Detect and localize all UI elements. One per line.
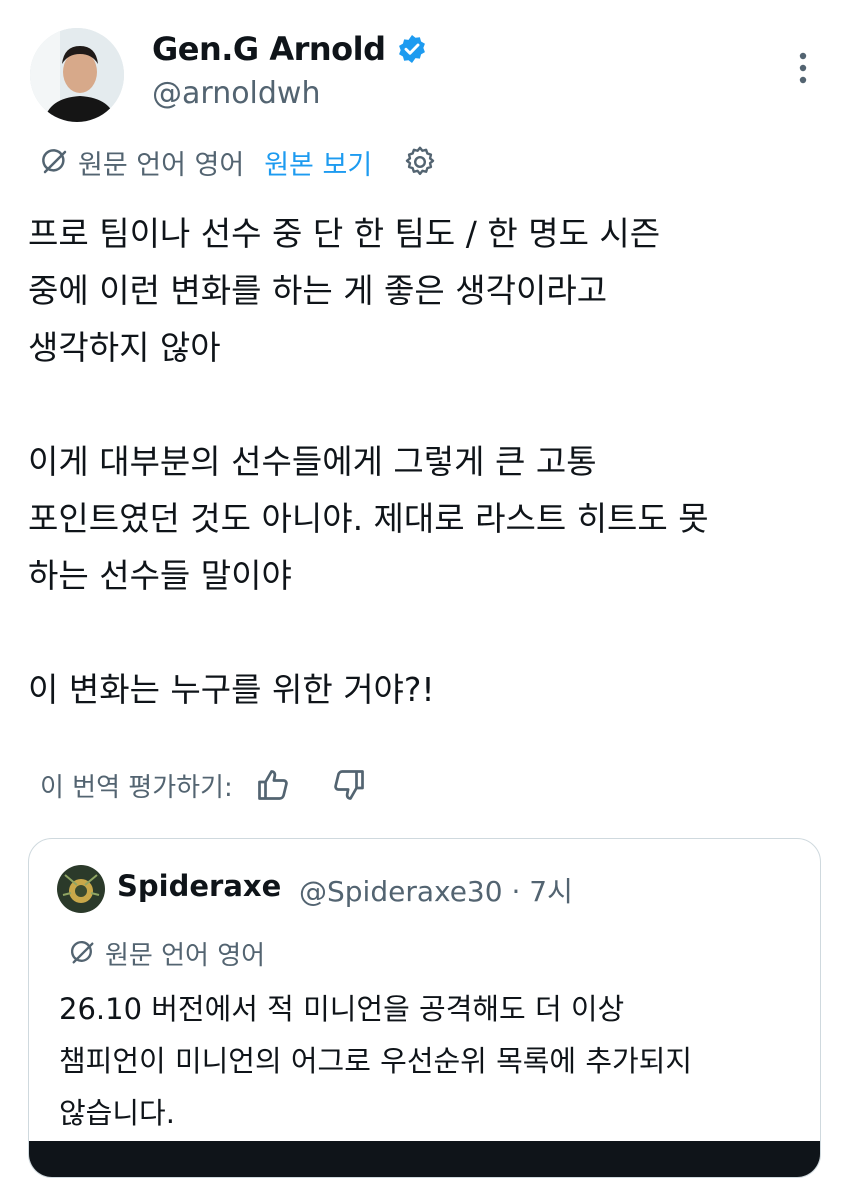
translate-icon (42, 149, 67, 174)
translation-rating: 이 번역 평가하기: (40, 760, 367, 810)
thumbs-down-icon[interactable] (331, 767, 367, 803)
quoted-media-preview[interactable] (29, 1141, 820, 1177)
display-name-text: Gen.G Arnold (152, 30, 386, 68)
quoted-source-language-label: 원문 언어 영어 (105, 940, 266, 971)
author-handle[interactable]: @arnoldwh (152, 76, 321, 111)
source-language-label: 원문 언어 영어 (78, 149, 245, 181)
author-avatar[interactable] (30, 28, 124, 122)
rate-prompt: 이 번역 평가하기: (40, 772, 233, 803)
quoted-translation-bar: 원문 언어 영어 (69, 933, 265, 973)
quoted-display-name[interactable]: Spideraxe (117, 869, 281, 903)
more-options-icon[interactable] (790, 48, 816, 88)
spider-avatar-icon (57, 865, 105, 913)
quoted-handle-time: @Spideraxe30 · 7시 (299, 875, 573, 908)
translate-icon (70, 940, 94, 964)
quoted-author-avatar[interactable] (57, 865, 105, 913)
profile-photo-icon (30, 28, 124, 122)
gear-icon[interactable] (402, 144, 438, 180)
quoted-tweet-card[interactable]: Spideraxe @Spideraxe30 · 7시 원문 언어 영어 26.… (28, 838, 821, 1178)
quoted-tweet-text: 26.10 버전에서 적 미니언을 공격해도 더 이상 챔피언이 미니언의 어그… (59, 992, 693, 1130)
author-display-name[interactable]: Gen.G Arnold (152, 30, 428, 68)
verified-badge-icon (398, 35, 425, 63)
tweet-text: 프로 팀이나 선수 중 단 한 팀도 / 한 명도 시즌 중에 이런 변화를 하… (28, 214, 709, 709)
thumbs-up-icon[interactable] (255, 767, 291, 803)
translation-bar: 원문 언어 영어 원본 보기 (40, 140, 438, 184)
show-original-link[interactable]: 원본 보기 (264, 143, 372, 182)
